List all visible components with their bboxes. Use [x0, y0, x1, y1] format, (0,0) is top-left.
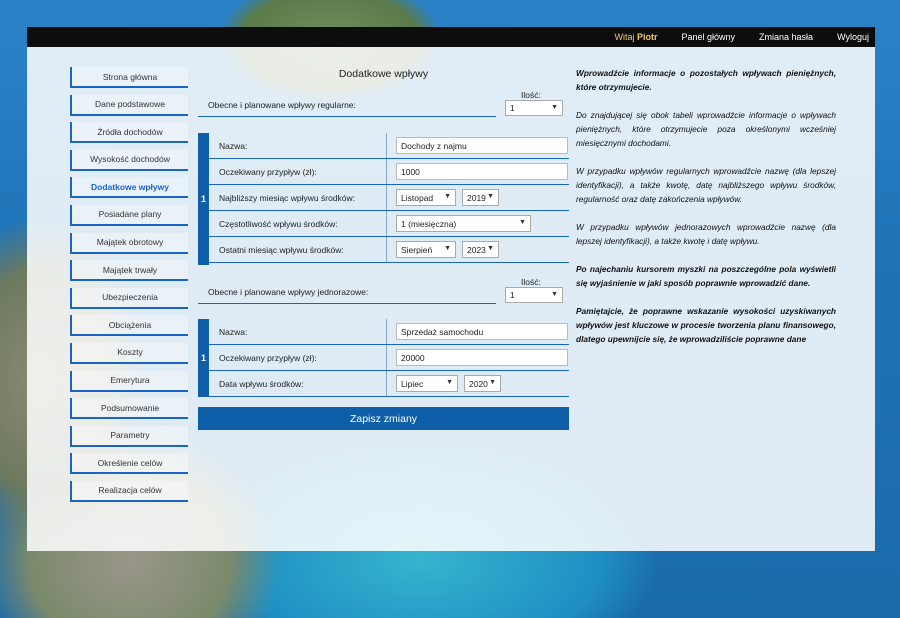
regular-next-month-row: Najbliższy miesiąc wpływu środków: Listo… — [209, 185, 569, 211]
sidebar-item-parameters[interactable]: Parametry — [70, 425, 188, 447]
sidebar-item-basic-data[interactable]: Dane podstawowe — [70, 94, 188, 116]
regular-income-header: Obecne i planowane wpływy regularne: Ilo… — [198, 90, 569, 117]
regular-count-select[interactable]: 1 ▼ — [505, 100, 563, 116]
nav-link-change-password[interactable]: Zmiana hasła — [759, 32, 813, 42]
regular-next-month-select[interactable]: Listopad ▼ — [396, 189, 456, 206]
chevron-down-icon: ▼ — [519, 219, 526, 226]
info-paragraph: Pamiętajcie, że poprawne wskazanie wysok… — [576, 306, 836, 344]
regular-next-year-select[interactable]: 2019 ▼ — [462, 189, 499, 206]
regular-frequency-select[interactable]: 1 (miesięczna) ▼ — [396, 215, 531, 232]
sidebar-item-current-assets[interactable]: Majątek obrotowy — [70, 232, 188, 254]
sidebar-item-pension[interactable]: Emerytura — [70, 370, 188, 392]
sidebar: Strona główna Dane podstawowe Źródła doc… — [70, 67, 188, 509]
sidebar-item-plans[interactable]: Posiadane plany — [70, 204, 188, 226]
chevron-down-icon: ▼ — [551, 291, 558, 298]
group-number: 1 — [198, 133, 209, 265]
sidebar-item-insurance[interactable]: Ubezpieczenia — [70, 287, 188, 309]
info-heading: Wprowadźcie informacje o pozostałych wpł… — [576, 68, 836, 92]
regular-last-month-select[interactable]: Sierpień ▼ — [396, 241, 456, 258]
form-title: Dodatkowe wpływy — [338, 68, 429, 80]
field-label: Nazwa: — [219, 141, 248, 151]
save-button[interactable]: Zapisz zmiany — [198, 407, 569, 430]
oneoff-income-header: Obecne i planowane wpływy jednorazowe: I… — [198, 277, 569, 304]
divider — [198, 303, 496, 304]
chevron-down-icon: ▼ — [489, 379, 496, 386]
regular-name-row: Nazwa: Dochody z najmu — [209, 133, 569, 159]
user-name: Piotr — [636, 32, 658, 42]
field-label: Częstotliwość wpływu środków: — [219, 219, 338, 229]
field-label: Data wpływu środków: — [219, 379, 304, 389]
chevron-down-icon: ▼ — [444, 245, 451, 252]
oneoff-amount-input[interactable]: 20000 — [396, 349, 568, 366]
field-label: Nazwa: — [219, 327, 248, 337]
sidebar-item-income-sources[interactable]: Źródła dochodów — [70, 122, 188, 144]
chevron-down-icon: ▼ — [487, 245, 494, 252]
sidebar-item-goals-realization[interactable]: Realizacja celów — [70, 480, 188, 502]
regular-last-month-row: Ostatni miesiąc wpływu środków: Sierpień… — [209, 237, 569, 263]
regular-amount-row: Oczekiwany przypływ (zł): 1000 — [209, 159, 569, 185]
info-column: Wprowadźcie informacje o pozostałych wpł… — [576, 66, 836, 360]
info-paragraph: Po najechaniu kursorem myszki na poszcze… — [576, 264, 836, 288]
nav-link-logout[interactable]: Wyloguj — [837, 32, 869, 42]
regular-count-label: Ilość: — [521, 90, 541, 100]
sidebar-item-home[interactable]: Strona główna — [70, 67, 188, 88]
sidebar-item-fixed-assets[interactable]: Majątek trwały — [70, 260, 188, 282]
field-label: Najbliższy miesiąc wpływu środków: — [219, 193, 356, 203]
field-label: Oczekiwany przypływ (zł): — [219, 353, 317, 363]
divider — [198, 116, 496, 117]
oneoff-count-label: Ilość: — [521, 277, 541, 287]
sidebar-item-summary[interactable]: Podsumowanie — [70, 398, 188, 420]
sidebar-item-goals[interactable]: Określenie celów — [70, 453, 188, 475]
regular-income-label: Obecne i planowane wpływy regularne: — [208, 100, 356, 110]
info-paragraph: Do znajdującej się obok tabeli wprowadźc… — [576, 110, 836, 148]
oneoff-date-row: Data wpływu środków: Lipiec ▼ 2020 ▼ — [209, 371, 569, 397]
regular-income-group: 1 Nazwa: Dochody z najmu Oczekiwany przy… — [198, 133, 569, 265]
field-label: Ostatni miesiąc wpływu środków: — [219, 245, 344, 255]
regular-frequency-row: Częstotliwość wpływu środków: 1 (miesięc… — [209, 211, 569, 237]
regular-amount-input[interactable]: 1000 — [396, 163, 568, 180]
sidebar-item-costs[interactable]: Koszty — [70, 342, 188, 364]
chevron-down-icon: ▼ — [487, 193, 494, 200]
sidebar-item-liabilities[interactable]: Obciążenia — [70, 315, 188, 337]
chevron-down-icon: ▼ — [446, 379, 453, 386]
regular-last-year-select[interactable]: 2023 ▼ — [462, 241, 499, 258]
main-panel: Strona główna Dane podstawowe Źródła doc… — [27, 47, 875, 551]
oneoff-month-select[interactable]: Lipiec ▼ — [396, 375, 458, 392]
oneoff-name-row: Nazwa: Sprzedaż samochodu — [209, 319, 569, 345]
info-paragraph: W przypadku wpływów regularnych wprowadź… — [576, 166, 836, 204]
chevron-down-icon: ▼ — [551, 104, 558, 111]
field-label: Oczekiwany przypływ (zł): — [219, 167, 317, 177]
sidebar-item-additional-income[interactable]: Dodatkowe wpływy — [70, 177, 188, 199]
info-paragraph: W przypadku wpływów jednorazowych wprowa… — [576, 222, 836, 246]
oneoff-income-group: 1 Nazwa: Sprzedaż samochodu Oczekiwany p… — [198, 319, 569, 397]
oneoff-income-label: Obecne i planowane wpływy jednorazowe: — [208, 287, 369, 297]
oneoff-count-select[interactable]: 1 ▼ — [505, 287, 563, 303]
oneoff-name-input[interactable]: Sprzedaż samochodu — [396, 323, 568, 340]
oneoff-amount-row: Oczekiwany przypływ (zł): 20000 — [209, 345, 569, 371]
group-number: 1 — [198, 319, 209, 397]
chevron-down-icon: ▼ — [444, 193, 451, 200]
oneoff-year-select[interactable]: 2020 ▼ — [464, 375, 501, 392]
regular-name-input[interactable]: Dochody z najmu — [396, 137, 568, 154]
nav-link-dashboard[interactable]: Panel główny — [681, 32, 735, 42]
top-navbar: Witaj Piotr Panel główny Zmiana hasła Wy… — [27, 27, 875, 47]
sidebar-item-income-amount[interactable]: Wysokość dochodów — [70, 149, 188, 171]
welcome-text: Witaj Piotr — [614, 32, 658, 42]
